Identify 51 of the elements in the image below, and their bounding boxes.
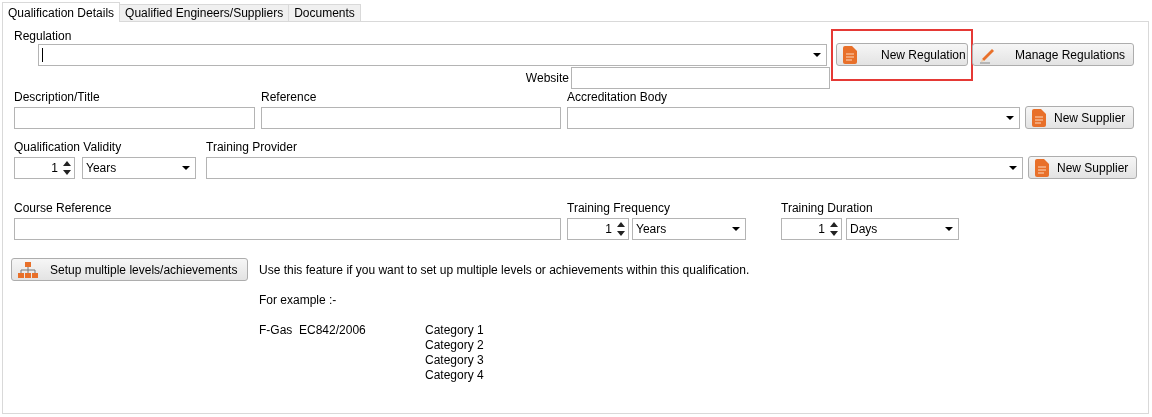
- setup-levels-button[interactable]: Setup multiple levels/achievements: [11, 258, 248, 281]
- tab[interactable]: Qualification Details: [2, 2, 121, 22]
- unit-combo[interactable]: Years: [82, 157, 196, 179]
- regulation-combo[interactable]: [38, 44, 827, 66]
- example-name: F-Gas EC842/2006: [259, 323, 367, 338]
- dropdown-arrow-icon: [182, 166, 190, 170]
- dropdown-arrow-icon: [732, 227, 740, 231]
- field-label: Regulation: [14, 29, 72, 43]
- unit-combo[interactable]: Days: [846, 218, 959, 240]
- new-supplier-button[interactable]: New Supplier: [1025, 106, 1134, 129]
- field-label: Reference: [261, 90, 318, 104]
- spinner-arrows-icon[interactable]: [617, 221, 625, 237]
- category-text: Category 2: [425, 338, 484, 353]
- tab[interactable]: Qualified Engineers/Suppliers: [119, 4, 290, 22]
- toolbar-button[interactable]: New Regulation: [836, 43, 968, 66]
- example-heading: For example :-: [259, 293, 338, 308]
- unit-combo[interactable]: Years: [632, 218, 746, 240]
- number-spinner[interactable]: 1: [567, 218, 629, 240]
- field-label: Course Reference: [14, 201, 113, 215]
- field-label: Description/Title: [14, 90, 101, 104]
- course-reference-field[interactable]: [14, 218, 561, 240]
- document-icon: [843, 45, 857, 64]
- spinner-arrows-icon[interactable]: [63, 160, 71, 176]
- field-label: Qualification Validity: [14, 140, 123, 154]
- reference-field[interactable]: [261, 107, 561, 129]
- number-spinner[interactable]: 1: [14, 157, 75, 179]
- info-text: Use this feature if you want to set up multiple levels or achievements within this qualification.: [259, 263, 750, 278]
- spinner-arrows-icon[interactable]: [830, 221, 838, 237]
- field-label: Training Duration: [781, 201, 874, 215]
- hierarchy-icon: [18, 261, 38, 278]
- document-icon: [1032, 108, 1046, 127]
- description-field[interactable]: [14, 107, 255, 129]
- dropdown-arrow-icon: [945, 227, 953, 231]
- category-text: Category 1: [425, 323, 484, 338]
- accreditation-combo[interactable]: [567, 107, 1020, 129]
- training-provider-combo[interactable]: [206, 157, 1023, 179]
- new-supplier-button[interactable]: New Supplier: [1028, 156, 1137, 179]
- dropdown-arrow-icon: [1006, 116, 1014, 120]
- tab[interactable]: Documents: [288, 4, 361, 22]
- number-spinner[interactable]: 1: [781, 218, 842, 240]
- document-icon: [1035, 158, 1049, 177]
- dropdown-arrow-icon: [1009, 166, 1017, 170]
- field-label: Accreditation Body: [567, 90, 669, 104]
- dropdown-arrow-icon: [813, 53, 821, 57]
- field-label: Training Frequency: [567, 201, 671, 215]
- website-field[interactable]: [571, 67, 830, 89]
- category-text: Category 3: [425, 353, 484, 368]
- category-text: Category 4: [425, 368, 484, 383]
- field-label: Website: [524, 70, 569, 86]
- toolbar-button[interactable]: Manage Regulations: [972, 43, 1134, 66]
- field-label: Training Provider: [206, 140, 298, 154]
